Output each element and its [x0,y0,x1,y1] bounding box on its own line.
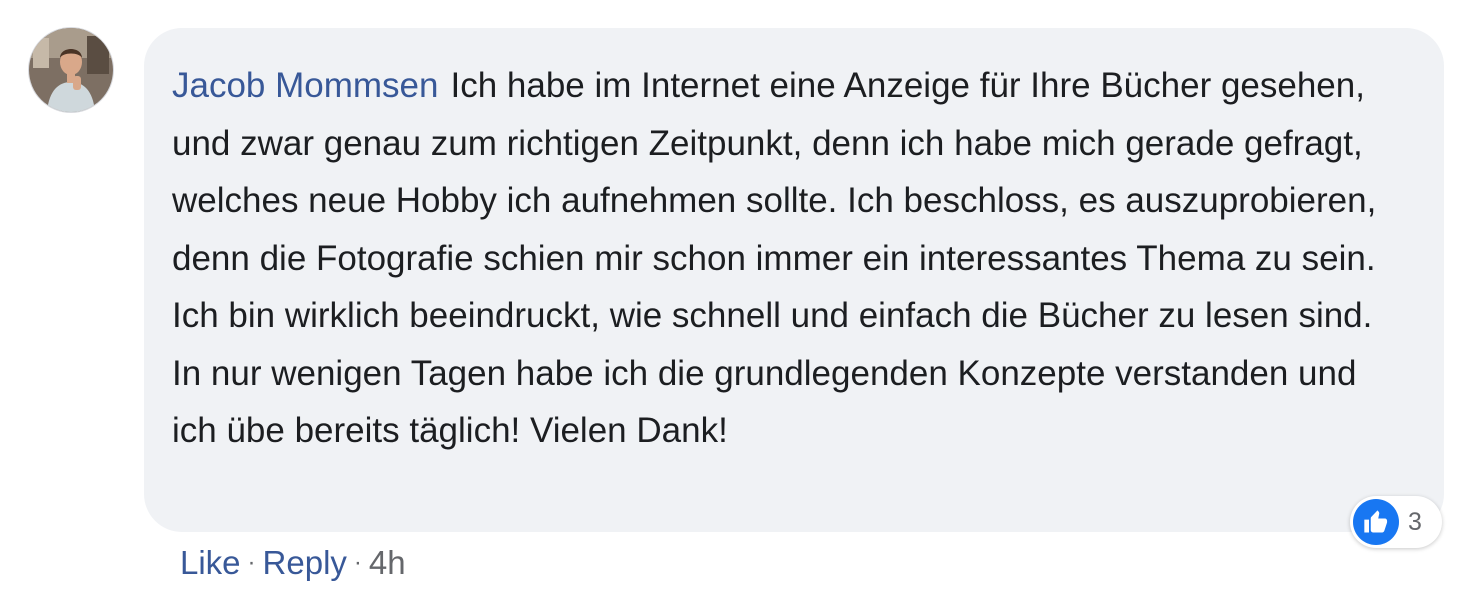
comment-text: Ich habe im Internet eine Anzeige für Ih… [172,66,1377,450]
reaction-summary[interactable]: 3 [1350,496,1442,548]
thumbs-up-icon [1353,499,1399,545]
comment-author-link[interactable]: Jacob Mommsen [172,66,438,105]
separator-dot: · [247,549,256,576]
comment-timestamp[interactable]: 4h [369,544,406,582]
avatar[interactable] [28,27,114,113]
comment-body: Jacob Mommsen Ich habe im Internet eine A… [172,57,1404,460]
reaction-count: 3 [1408,507,1422,536]
like-button[interactable]: Like [180,544,241,582]
comment-bubble: Jacob Mommsen Ich habe im Internet eine A… [144,28,1444,532]
reply-button[interactable]: Reply [263,544,347,582]
comment-actions: Like · Reply · 4h [180,538,406,588]
separator-dot: · [353,549,362,576]
